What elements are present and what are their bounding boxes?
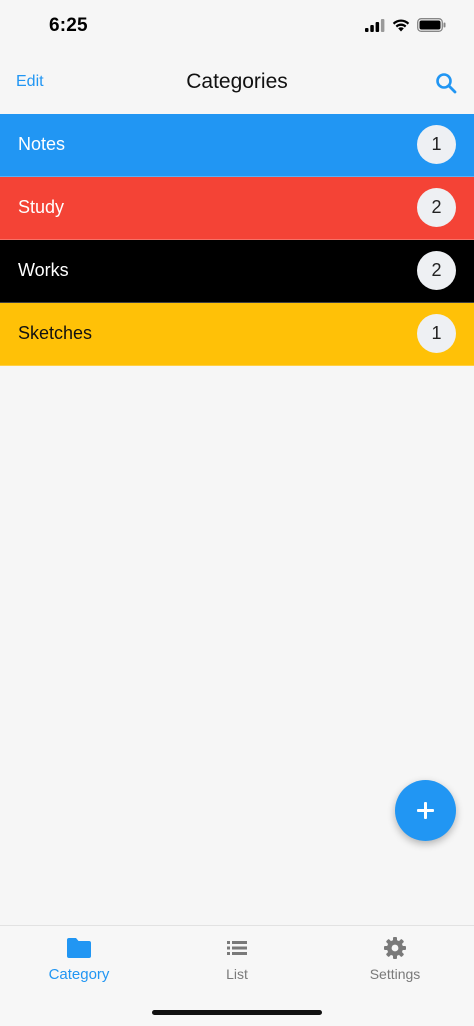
tab-category[interactable]: Category (0, 936, 158, 983)
count-badge: 2 (417, 188, 456, 227)
count-badge: 2 (417, 251, 456, 290)
folder-icon (67, 938, 91, 958)
status-bar: 6:25 (0, 0, 474, 54)
navigation-bar: Edit Categories (0, 54, 474, 114)
battery-icon (417, 18, 446, 32)
home-indicator (152, 1010, 322, 1015)
search-icon[interactable] (434, 71, 458, 95)
tab-label: Category (48, 966, 110, 983)
cellular-signal-icon (365, 18, 385, 32)
category-label: Sketches (18, 323, 93, 343)
list-icon (227, 941, 247, 955)
category-row-study[interactable]: Study 2 (0, 177, 474, 240)
count-badge: 1 (417, 314, 456, 353)
tab-label: List (226, 966, 248, 982)
page-title: Categories (186, 70, 288, 93)
gear-icon (384, 937, 406, 959)
tab-settings[interactable]: Settings (316, 936, 474, 982)
status-icons (365, 18, 446, 32)
wifi-icon (392, 19, 410, 31)
tab-list[interactable]: List (158, 936, 316, 982)
category-row-sketches[interactable]: Sketches 1 (0, 303, 474, 366)
category-row-notes[interactable]: Notes 1 (0, 114, 474, 177)
add-category-button[interactable] (395, 780, 456, 841)
category-row-works[interactable]: Works 2 (0, 240, 474, 303)
category-label: Study (18, 197, 65, 217)
count-badge: 1 (417, 125, 456, 164)
category-label: Works (18, 260, 69, 280)
category-list: Notes 1 Study 2 Works 2 Sketches 1 (0, 114, 474, 366)
tab-label: Settings (369, 966, 421, 982)
status-time: 6:25 (49, 15, 88, 36)
category-label: Notes (18, 134, 66, 154)
